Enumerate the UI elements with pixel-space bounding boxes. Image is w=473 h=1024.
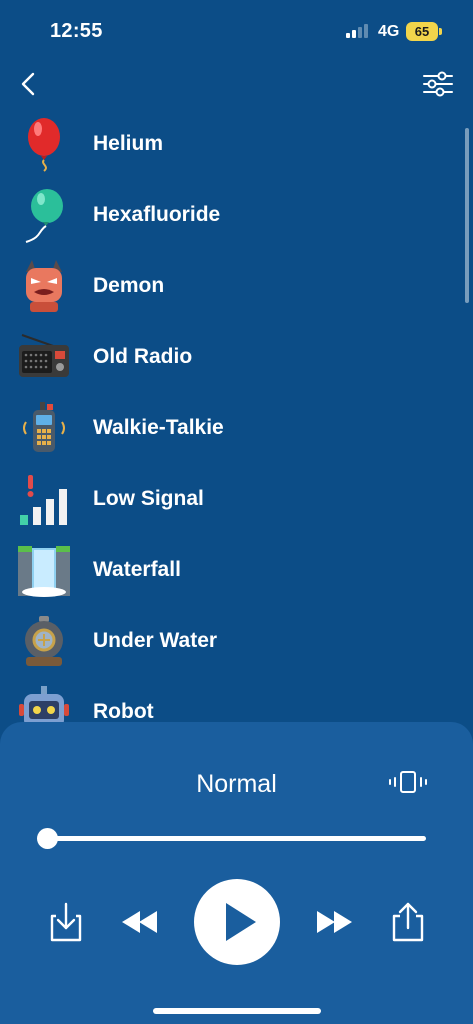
list-item-under-water[interactable]: Under Water	[0, 609, 460, 673]
vibrate-toggle-button[interactable]	[388, 770, 428, 794]
list-item-label: Hexafluoride	[93, 203, 221, 226]
slider-track	[47, 836, 426, 841]
teal-balloon-icon	[25, 189, 63, 243]
filter-settings-button[interactable]	[420, 68, 456, 100]
list-item-old-radio[interactable]: Old Radio	[0, 325, 460, 389]
vibrate-icon	[389, 771, 427, 793]
list-scrollbar[interactable]	[465, 128, 469, 303]
list-item-helium[interactable]: Helium	[0, 112, 460, 176]
share-icon	[392, 902, 424, 942]
voice-effects-list[interactable]: Helium Hexafluoride Demon Old Radio Walk…	[0, 108, 473, 723]
list-item-label: Old Radio	[93, 345, 193, 368]
home-indicator[interactable]	[153, 1008, 321, 1014]
status-bar: 12:55 4G 65	[0, 0, 473, 64]
play-button[interactable]	[194, 879, 280, 965]
fast-forward-icon	[317, 911, 352, 933]
diving-helmet-icon	[25, 616, 63, 666]
fast-forward-button[interactable]	[314, 909, 354, 935]
back-button[interactable]	[14, 68, 44, 100]
list-item-walkie-talkie[interactable]: Walkie-Talkie	[0, 396, 460, 460]
save-button[interactable]	[48, 902, 84, 942]
robot-icon	[19, 686, 69, 723]
cellular-signal-icon	[346, 24, 370, 38]
list-item-low-signal[interactable]: Low Signal	[0, 467, 460, 531]
play-icon	[226, 903, 256, 941]
chevron-left-icon	[21, 72, 35, 96]
battery-icon: 65	[406, 22, 442, 41]
list-item-demon[interactable]: Demon	[0, 254, 460, 318]
list-item-label: Robot	[93, 700, 154, 723]
rewind-button[interactable]	[120, 909, 160, 935]
list-item-label: Demon	[93, 274, 165, 297]
slider-thumb[interactable]	[37, 828, 58, 849]
sliders-icon	[423, 71, 453, 97]
list-item-robot[interactable]: Robot	[0, 680, 460, 723]
playback-progress-slider[interactable]	[37, 828, 426, 849]
download-icon	[50, 902, 82, 942]
list-item-label: Waterfall	[93, 558, 181, 581]
network-type: 4G	[378, 23, 400, 40]
low-signal-icon	[20, 475, 67, 525]
red-balloon-icon	[28, 118, 60, 172]
demon-icon	[26, 260, 62, 312]
waterfall-icon	[18, 546, 70, 597]
list-item-label: Helium	[93, 132, 164, 155]
radio-icon	[19, 334, 69, 377]
player-panel: Normal	[0, 722, 473, 1024]
status-time: 12:55	[50, 20, 103, 42]
list-item-label: Walkie-Talkie	[93, 416, 224, 439]
share-button[interactable]	[390, 900, 426, 942]
rewind-icon	[122, 911, 157, 933]
list-item-hexafluoride[interactable]: Hexafluoride	[0, 183, 460, 247]
list-item-label: Low Signal	[93, 487, 204, 510]
walkie-talkie-icon	[23, 402, 65, 452]
list-item-waterfall[interactable]: Waterfall	[0, 538, 460, 602]
list-item-label: Under Water	[93, 629, 218, 652]
